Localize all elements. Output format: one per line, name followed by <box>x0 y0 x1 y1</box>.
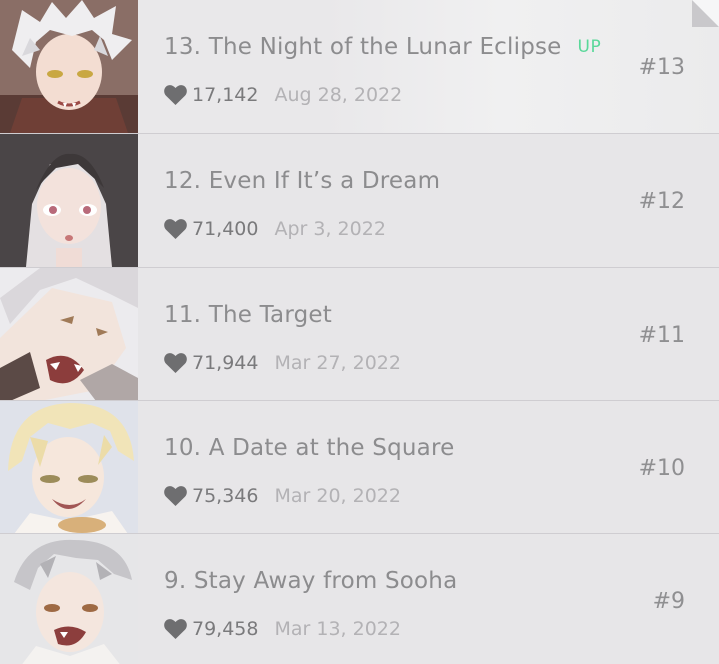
heart-icon <box>164 486 187 506</box>
like-count: 17,142 <box>192 84 259 106</box>
episode-row-9[interactable]: 9. Stay Away from Sooha 79,458 Mar 13, 2… <box>0 534 719 664</box>
episode-title-row: 13. The Night of the Lunar Eclipse UP <box>164 27 601 67</box>
episode-number: #12 <box>638 189 685 214</box>
page-curl-icon <box>692 0 719 27</box>
episode-title-row: 11. The Target <box>164 295 332 335</box>
release-date: Mar 27, 2022 <box>274 352 401 374</box>
release-date: Mar 13, 2022 <box>274 618 401 640</box>
release-date: Mar 20, 2022 <box>274 485 401 507</box>
like-count: 71,944 <box>192 352 259 374</box>
episode-list: 13. The Night of the Lunar Eclipse UP 17… <box>0 0 719 664</box>
episode-title-row: 10. A Date at the Square <box>164 428 454 468</box>
episode-meta: 17,142 Aug 28, 2022 <box>164 80 402 110</box>
episode-meta: 71,400 Apr 3, 2022 <box>164 214 386 244</box>
heart-icon <box>164 353 187 373</box>
like-count: 71,400 <box>192 218 259 240</box>
character-portrait-blonde <box>0 401 138 534</box>
episode-number: #11 <box>638 323 685 348</box>
like-count: 79,458 <box>192 618 259 640</box>
character-portrait-grey-hair <box>0 534 138 664</box>
episode-meta: 71,944 Mar 27, 2022 <box>164 348 401 378</box>
episode-row-11[interactable]: 11. The Target 71,944 Mar 27, 2022 #11 <box>0 268 719 401</box>
release-date: Aug 28, 2022 <box>274 84 403 106</box>
episode-number: #9 <box>652 589 685 614</box>
episode-number: #13 <box>638 55 685 80</box>
heart-icon <box>164 219 187 239</box>
episode-number: #10 <box>638 456 685 481</box>
episode-title: 12. Even If It’s a Dream <box>164 168 441 194</box>
episode-thumbnail[interactable] <box>0 401 138 534</box>
heart-icon <box>164 85 187 105</box>
episode-thumbnail[interactable] <box>0 268 138 401</box>
episode-thumbnail[interactable] <box>0 534 138 664</box>
episode-row-12[interactable]: 12. Even If It’s a Dream 71,400 Apr 3, 2… <box>0 134 719 267</box>
episode-title-row: 9. Stay Away from Sooha <box>164 561 457 601</box>
episode-title-row: 12. Even If It’s a Dream <box>164 161 440 201</box>
episode-title: 9. Stay Away from Sooha <box>164 568 458 594</box>
episode-row-13[interactable]: 13. The Night of the Lunar Eclipse UP 17… <box>0 0 719 133</box>
episode-meta: 79,458 Mar 13, 2022 <box>164 614 401 644</box>
episode-thumbnail[interactable] <box>0 0 138 133</box>
heart-icon <box>164 619 187 639</box>
character-portrait-shouting <box>0 268 138 401</box>
episode-title: 10. A Date at the Square <box>164 435 455 461</box>
character-portrait-dark-hair <box>0 134 138 267</box>
up-badge: UP <box>577 37 602 57</box>
episode-title: 11. The Target <box>164 302 332 328</box>
release-date: Apr 3, 2022 <box>274 218 386 240</box>
episode-meta: 75,346 Mar 20, 2022 <box>164 481 401 511</box>
episode-row-10[interactable]: 10. A Date at the Square 75,346 Mar 20, … <box>0 401 719 534</box>
like-count: 75,346 <box>192 485 259 507</box>
character-portrait-white-hair <box>0 0 138 133</box>
episode-title: 13. The Night of the Lunar Eclipse <box>164 34 562 60</box>
episode-thumbnail[interactable] <box>0 134 138 267</box>
